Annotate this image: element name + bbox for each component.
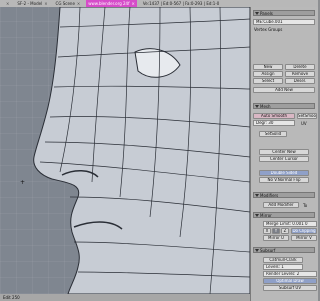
modifiers-panel-header[interactable]: Modifiers: [253, 192, 315, 198]
degr-field[interactable]: Degr: 30: [253, 120, 295, 126]
new-button[interactable]: New: [253, 64, 283, 70]
setsolid-button[interactable]: SetSolid: [259, 131, 287, 137]
triangle-icon: [255, 105, 259, 108]
status-readout: Ve:1437 | Ed:0-567 | Fa:0-293 | Ed:1-0: [142, 1, 220, 6]
merge-limit-field[interactable]: Merge Limit: 0.001 0: [263, 221, 317, 227]
auto-smooth-toggle[interactable]: Auto Smooth: [253, 113, 295, 119]
tab-4[interactable]: www.blender.org 24f ×: [86, 0, 137, 7]
cursor-icon: +: [20, 179, 26, 186]
tab-1[interactable]: ×: [2, 0, 11, 7]
triangle-icon: [255, 194, 259, 197]
to-label: To: [303, 203, 308, 208]
catmull-clark-dropdown[interactable]: Catmull-Clark: [263, 257, 303, 263]
do-clipping-toggle[interactable]: Do Clipping: [291, 228, 317, 234]
close-icon[interactable]: ×: [44, 1, 47, 6]
assign-button[interactable]: Assign: [253, 71, 283, 77]
triangle-icon: [255, 214, 259, 217]
axis-y-button[interactable]: Y: [272, 228, 280, 234]
no-vnormal-flip-toggle[interactable]: No V.Normal Flip: [259, 177, 309, 183]
add-new-button[interactable]: Add New: [253, 87, 315, 93]
add-modifier-button[interactable]: Add Modifier: [263, 202, 299, 208]
axis-z-button[interactable]: Z: [281, 228, 289, 234]
center-cursor-button[interactable]: Center Cursor: [259, 156, 309, 162]
select-button[interactable]: Select: [253, 78, 283, 84]
setsmooth-button[interactable]: SetSmoo: [297, 113, 317, 119]
mirror-modifier-header[interactable]: Mirror: [253, 212, 315, 218]
levels-field[interactable]: Levels: 1: [263, 264, 303, 270]
axis-x-button[interactable]: X: [263, 228, 271, 234]
title-bar: × SF-2 - Model × CG Scene × www.blender.or…: [0, 0, 318, 7]
uv-label: UV: [301, 121, 307, 126]
close-icon[interactable]: ×: [6, 1, 9, 6]
subsurf-modifier-header[interactable]: Subsurf: [253, 247, 315, 253]
vertex-groups-label: Vertex Groups: [254, 27, 283, 32]
mirror-v-toggle[interactable]: Mirror V: [291, 235, 317, 241]
close-icon[interactable]: ×: [77, 1, 80, 6]
mesh-name-field[interactable]: ME:Cube.001: [253, 19, 315, 25]
triangle-icon: [255, 12, 259, 15]
face-mesh: [33, 7, 250, 294]
remove-button[interactable]: Remove: [285, 71, 315, 77]
close-icon[interactable]: ×: [132, 1, 135, 6]
center-new-button[interactable]: Center New: [259, 149, 309, 155]
triangle-icon: [255, 249, 259, 252]
optimal-draw-toggle[interactable]: Optimal Draw: [263, 278, 317, 284]
deselect-button[interactable]: Desel.: [285, 78, 315, 84]
tab-2[interactable]: SF-2 - Model ×: [15, 0, 49, 7]
double-sided-toggle[interactable]: Double Sided: [259, 170, 309, 176]
subsurf-uv-toggle[interactable]: Subsurf UV: [263, 285, 317, 291]
render-levels-field[interactable]: Render Levels: 2: [263, 271, 317, 277]
mesh-panel-header[interactable]: Mesh: [253, 103, 315, 109]
tab-3[interactable]: CG Scene ×: [54, 0, 83, 7]
delete-button[interactable]: Delete: [285, 64, 315, 70]
viewport-header: [0, 294, 250, 301]
frame-label: Edit 250: [3, 295, 20, 300]
buttons-panel: Panels ME:Cube.001 Vertex Groups New Del…: [250, 7, 318, 301]
3d-viewport[interactable]: +: [0, 7, 250, 294]
panel-header[interactable]: Panels: [253, 10, 315, 16]
mirror-u-toggle[interactable]: Mirror U: [263, 235, 289, 241]
